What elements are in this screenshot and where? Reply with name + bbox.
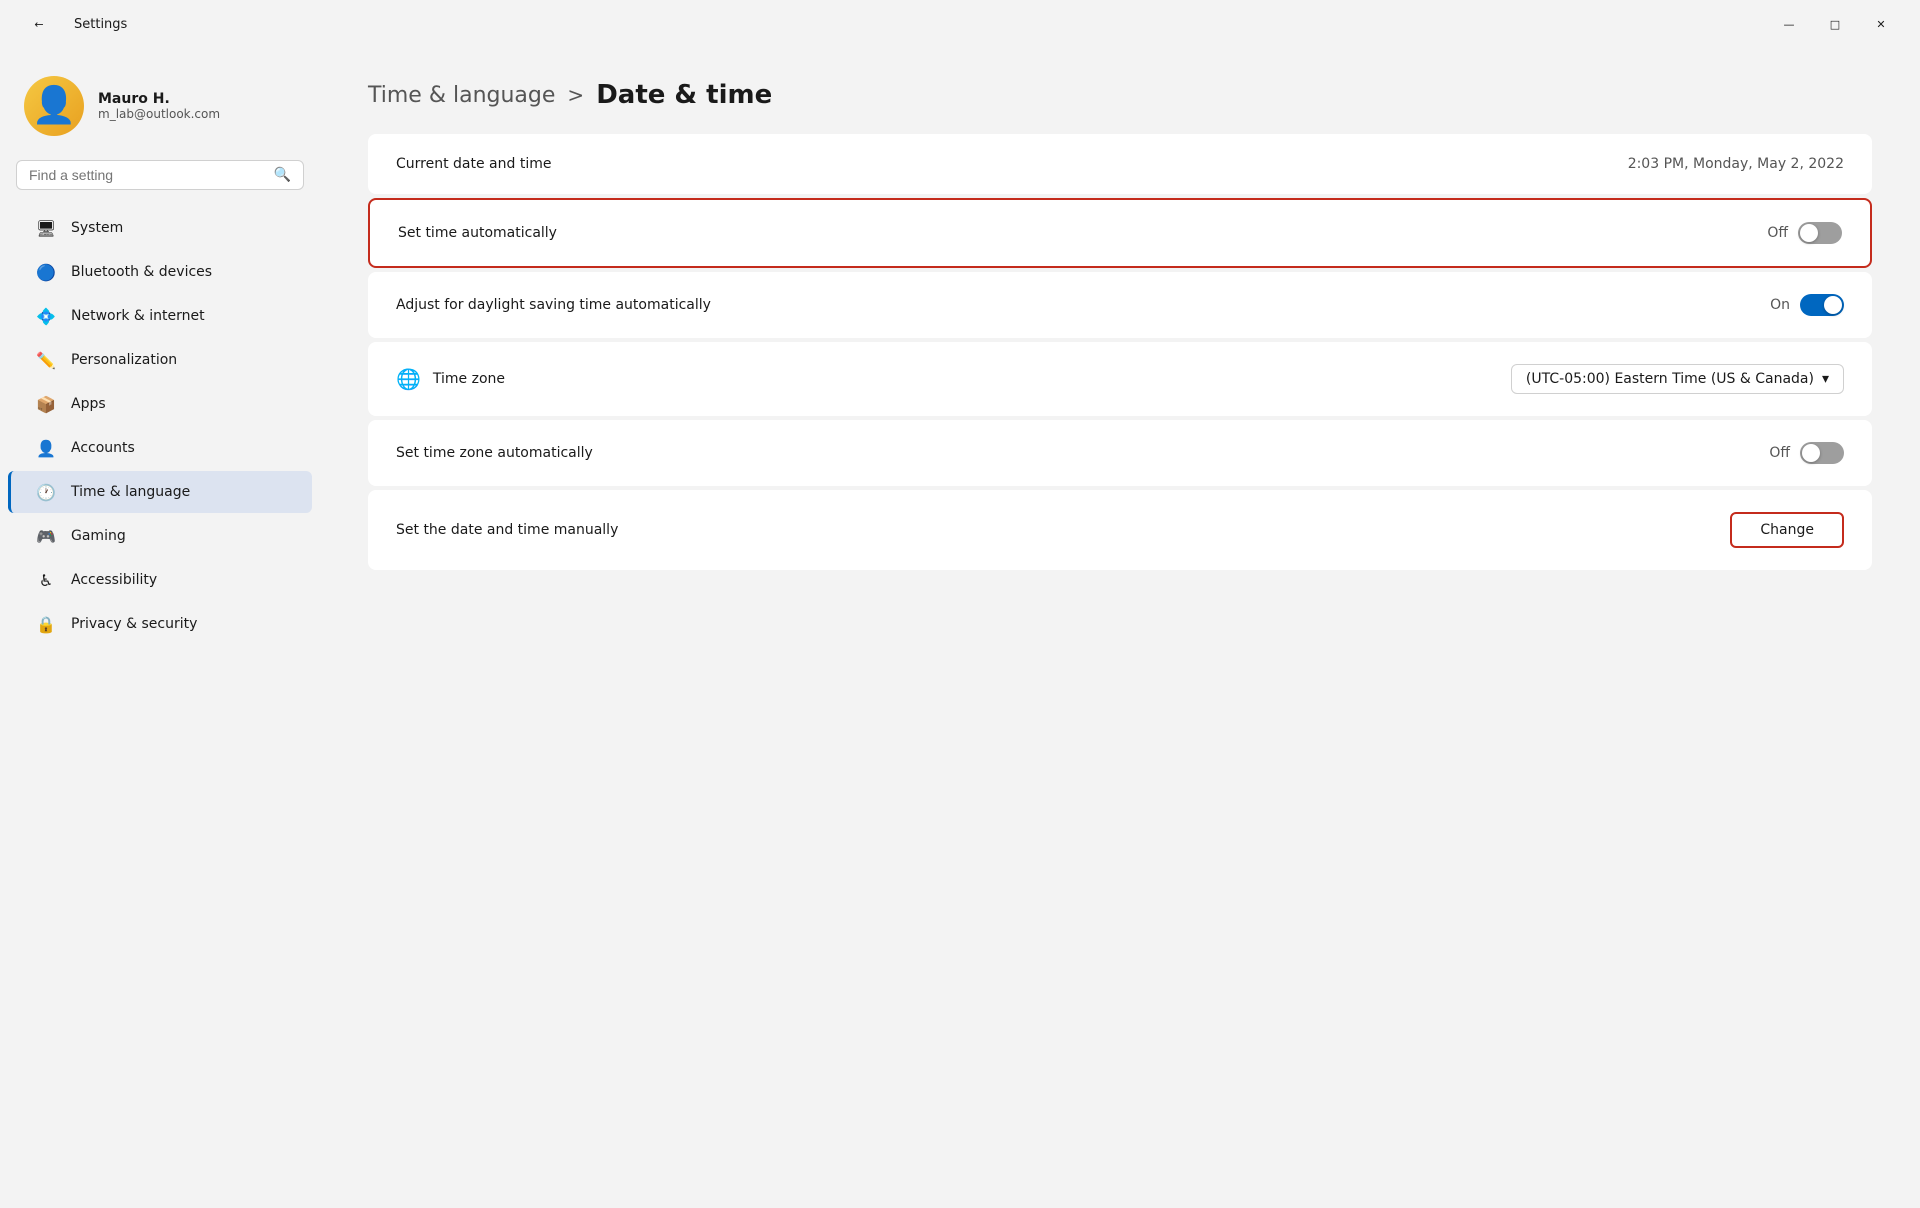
breadcrumb: Time & language > Date & time xyxy=(368,80,1872,110)
toggle-knob-tz xyxy=(1802,444,1820,462)
sidebar-item-bluetooth[interactable]: 🔵 Bluetooth & devices xyxy=(8,251,312,293)
time-language-icon: 🕐 xyxy=(35,481,57,503)
search-icon: 🔍 xyxy=(274,167,291,183)
set-time-auto-card: Set time automatically Off xyxy=(368,198,1872,268)
manual-date-row: Set the date and time manually Change xyxy=(368,490,1872,570)
app-body: 👤 Mauro H. m_lab@outlook.com 🔍 🖥 System … xyxy=(0,48,1920,1208)
back-button[interactable]: ← xyxy=(16,8,62,40)
daylight-saving-row: Adjust for daylight saving time automati… xyxy=(368,272,1872,338)
avatar-image: 👤 xyxy=(32,88,77,124)
accounts-icon: 👤 xyxy=(35,437,57,459)
current-date-time-label: Current date and time xyxy=(396,156,551,172)
user-name: Mauro H. xyxy=(98,91,220,107)
user-info: Mauro H. m_lab@outlook.com xyxy=(98,91,220,121)
sidebar-item-label-network: Network & internet xyxy=(71,308,205,324)
gaming-icon: 🎮 xyxy=(35,525,57,547)
sidebar-item-label-system: System xyxy=(71,220,123,236)
sidebar-item-network[interactable]: 💠 Network & internet xyxy=(8,295,312,337)
content-area: Time & language > Date & time Current da… xyxy=(320,48,1920,1208)
sidebar-item-label-personalization: Personalization xyxy=(71,352,177,368)
sidebar: 👤 Mauro H. m_lab@outlook.com 🔍 🖥 System … xyxy=(0,48,320,1208)
bluetooth-icon: 🔵 xyxy=(35,261,57,283)
search-input[interactable] xyxy=(29,167,266,183)
system-icon: 🖥 xyxy=(35,217,57,239)
sidebar-item-label-bluetooth: Bluetooth & devices xyxy=(71,264,212,280)
set-time-auto-label: Set time automatically xyxy=(398,225,557,241)
sidebar-item-personalization[interactable]: ✏️ Personalization xyxy=(8,339,312,381)
accessibility-icon: ♿ xyxy=(35,569,57,591)
manual-date-control: Change xyxy=(1730,512,1844,548)
daylight-saving-toggle[interactable] xyxy=(1800,294,1844,316)
minimize-button[interactable]: — xyxy=(1766,8,1812,40)
sidebar-item-system[interactable]: 🖥 System xyxy=(8,207,312,249)
sidebar-item-label-apps: Apps xyxy=(71,396,106,412)
current-date-time-value: 2:03 PM, Monday, May 2, 2022 xyxy=(1628,156,1844,172)
sidebar-item-label-time-language: Time & language xyxy=(71,484,190,500)
sidebar-item-apps[interactable]: 📦 Apps xyxy=(8,383,312,425)
current-date-time-row: Current date and time 2:03 PM, Monday, M… xyxy=(368,134,1872,194)
back-icon: ← xyxy=(34,18,43,31)
set-tz-auto-control: Off xyxy=(1769,442,1844,464)
sidebar-item-time-language[interactable]: 🕐 Time & language xyxy=(8,471,312,513)
sidebar-item-accounts[interactable]: 👤 Accounts xyxy=(8,427,312,469)
set-time-auto-control: Off xyxy=(1767,222,1842,244)
personalization-icon: ✏️ xyxy=(35,349,57,371)
app-title: Settings xyxy=(74,17,127,32)
set-time-auto-toggle[interactable] xyxy=(1798,222,1842,244)
set-time-auto-row: Set time automatically Off xyxy=(370,200,1870,266)
timezone-icon: 🌐 xyxy=(396,367,421,391)
set-tz-auto-toggle[interactable] xyxy=(1800,442,1844,464)
manual-date-label: Set the date and time manually xyxy=(396,522,618,538)
timezone-value: (UTC-05:00) Eastern Time (US & Canada) xyxy=(1526,371,1814,387)
toggle-knob xyxy=(1800,224,1818,242)
minimize-icon: — xyxy=(1784,18,1795,31)
set-tz-auto-label: Set time zone automatically xyxy=(396,445,593,461)
titlebar-left: ← Settings xyxy=(16,8,127,40)
user-email: m_lab@outlook.com xyxy=(98,107,220,121)
timezone-label: 🌐 Time zone xyxy=(396,367,505,391)
set-time-auto-state: Off xyxy=(1767,225,1788,241)
user-section: 👤 Mauro H. m_lab@outlook.com xyxy=(0,60,320,160)
close-icon: ✕ xyxy=(1876,18,1885,31)
sidebar-item-privacy[interactable]: 🔒 Privacy & security xyxy=(8,603,312,645)
daylight-saving-control: On xyxy=(1770,294,1844,316)
timezone-control: (UTC-05:00) Eastern Time (US & Canada) ▾ xyxy=(1511,364,1844,394)
sidebar-item-label-accounts: Accounts xyxy=(71,440,135,456)
set-tz-auto-card: Set time zone automatically Off xyxy=(368,420,1872,486)
sidebar-item-label-privacy: Privacy & security xyxy=(71,616,197,632)
timezone-dropdown[interactable]: (UTC-05:00) Eastern Time (US & Canada) ▾ xyxy=(1511,364,1844,394)
search-box[interactable]: 🔍 xyxy=(16,160,304,190)
manual-date-card: Set the date and time manually Change xyxy=(368,490,1872,570)
daylight-saving-label: Adjust for daylight saving time automati… xyxy=(396,297,711,313)
sidebar-item-label-gaming: Gaming xyxy=(71,528,126,544)
titlebar: ← Settings — □ ✕ xyxy=(0,0,1920,48)
breadcrumb-current: Date & time xyxy=(596,80,772,110)
maximize-icon: □ xyxy=(1830,18,1840,31)
set-tz-auto-row: Set time zone automatically Off xyxy=(368,420,1872,486)
daylight-saving-card: Adjust for daylight saving time automati… xyxy=(368,272,1872,338)
settings-cards: Current date and time 2:03 PM, Monday, M… xyxy=(368,134,1872,574)
breadcrumb-parent: Time & language xyxy=(368,83,555,108)
sidebar-item-gaming[interactable]: 🎮 Gaming xyxy=(8,515,312,557)
timezone-card: 🌐 Time zone (UTC-05:00) Eastern Time (US… xyxy=(368,342,1872,416)
window-controls: — □ ✕ xyxy=(1766,8,1904,40)
chevron-down-icon: ▾ xyxy=(1822,371,1829,387)
apps-icon: 📦 xyxy=(35,393,57,415)
set-tz-auto-state: Off xyxy=(1769,445,1790,461)
change-button[interactable]: Change xyxy=(1730,512,1844,548)
maximize-button[interactable]: □ xyxy=(1812,8,1858,40)
close-button[interactable]: ✕ xyxy=(1858,8,1904,40)
timezone-row: 🌐 Time zone (UTC-05:00) Eastern Time (US… xyxy=(368,342,1872,416)
privacy-icon: 🔒 xyxy=(35,613,57,635)
breadcrumb-separator: > xyxy=(567,83,584,107)
network-icon: 💠 xyxy=(35,305,57,327)
avatar: 👤 xyxy=(24,76,84,136)
toggle-knob-daylight xyxy=(1824,296,1842,314)
daylight-saving-state: On xyxy=(1770,297,1790,313)
sidebar-item-accessibility[interactable]: ♿ Accessibility xyxy=(8,559,312,601)
sidebar-item-label-accessibility: Accessibility xyxy=(71,572,157,588)
current-date-time-card: Current date and time 2:03 PM, Monday, M… xyxy=(368,134,1872,194)
